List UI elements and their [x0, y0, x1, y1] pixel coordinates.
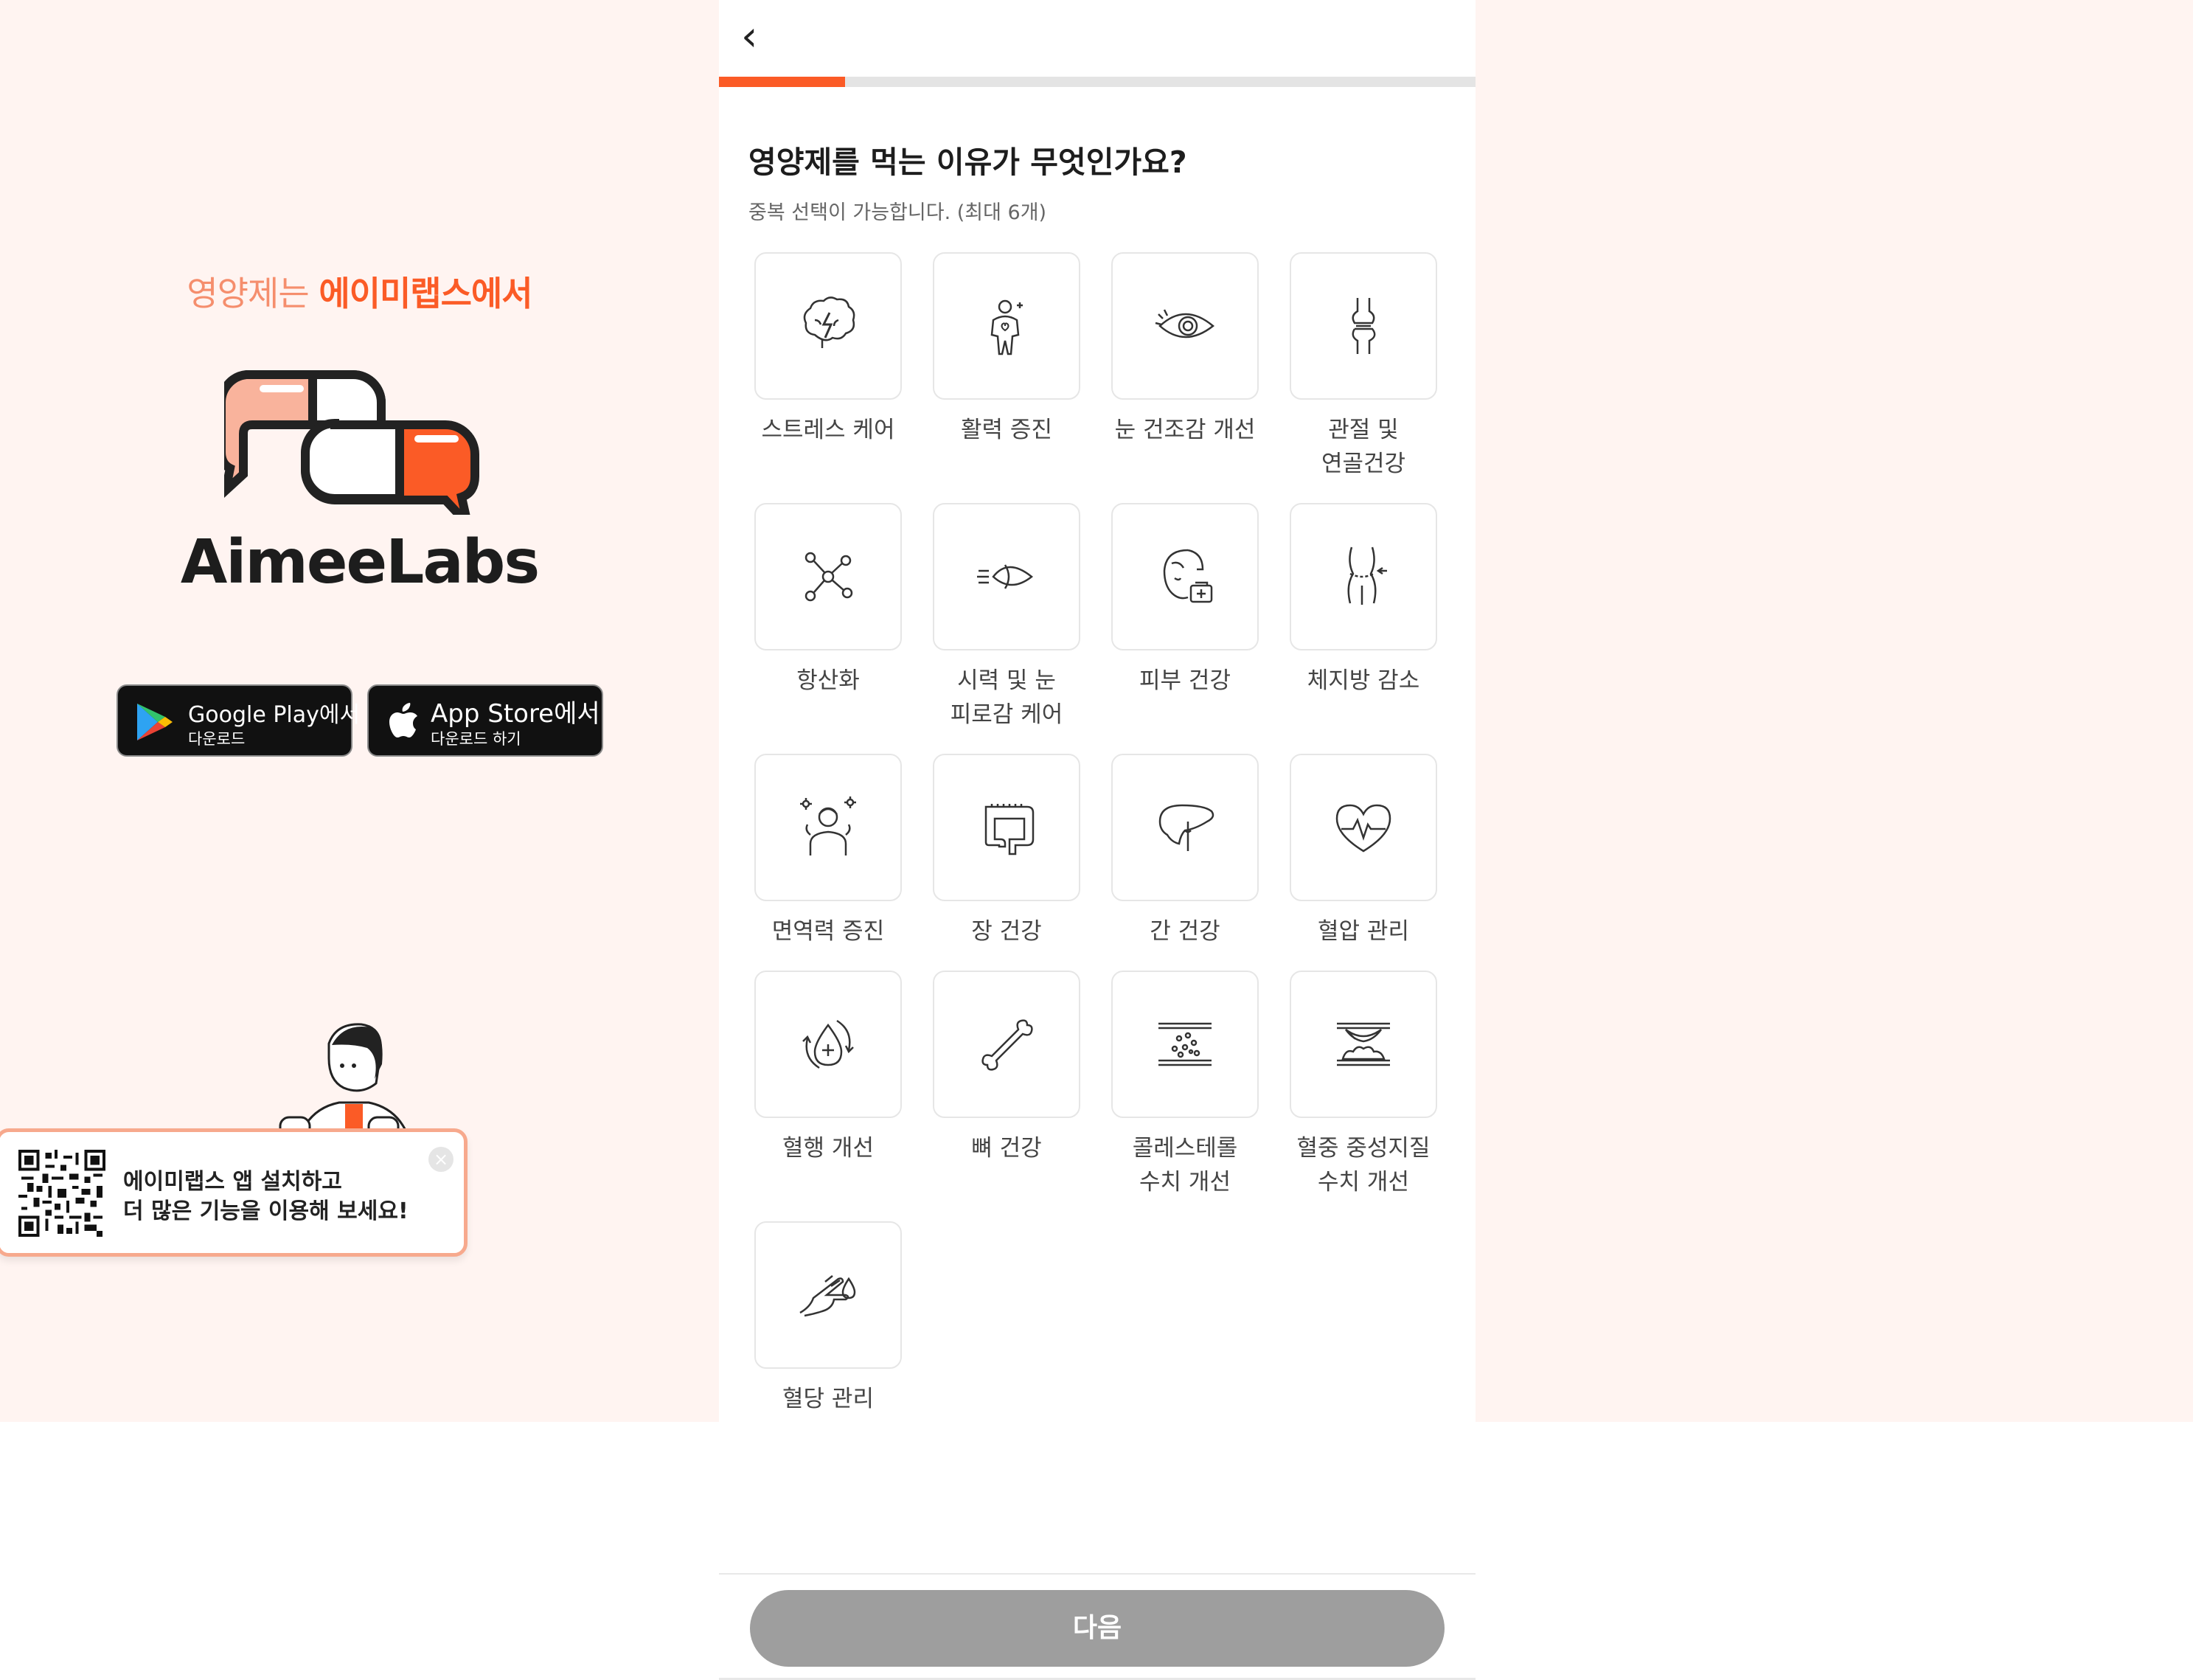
- option-stress-care[interactable]: 스트레스 케어: [754, 252, 902, 447]
- brand-name: AimeeLabs: [180, 527, 540, 597]
- option-box[interactable]: [1111, 754, 1259, 901]
- promo-background-right: [1476, 0, 2193, 1422]
- option-triglyceride[interactable]: 혈중 중성지질 수치 개선: [1290, 971, 1437, 1199]
- google-play-sublabel: 다운로드: [188, 730, 246, 748]
- option-box[interactable]: [1290, 754, 1437, 901]
- option-box[interactable]: [754, 252, 902, 400]
- option-box[interactable]: [933, 971, 1080, 1118]
- option-label: 시력 및 눈 피로감 케어: [950, 667, 1063, 728]
- cholesterol-icon: [1158, 1022, 1212, 1066]
- question-hint: 중복 선택이 가능합니다. (최대 6개): [748, 201, 1047, 224]
- eye-strain-icon: [977, 564, 1034, 589]
- option-bone-health[interactable]: 뼈 건강: [933, 971, 1080, 1165]
- app-store-sublabel: 다운로드 하기: [431, 730, 521, 748]
- option-antioxidant[interactable]: 항산화: [754, 503, 902, 698]
- option-label: 혈당 관리: [782, 1386, 874, 1412]
- option-box[interactable]: [1290, 252, 1437, 400]
- close-icon[interactable]: ×: [428, 1147, 453, 1172]
- progress-bar-fill: [719, 77, 846, 87]
- option-label: 간 건강: [1150, 918, 1220, 945]
- option-joint-health[interactable]: 관절 및 연골건강: [1290, 252, 1437, 481]
- option-label: 혈압 관리: [1318, 918, 1409, 945]
- option-vitality[interactable]: 활력 증진: [933, 252, 1080, 447]
- google-play-label: Google Play에서: [188, 702, 361, 728]
- banner-line-2: 더 많은 기능을 이용해 보세요!: [123, 1198, 409, 1224]
- immune-person-icon: [800, 796, 856, 855]
- question-title: 영양제를 먹는 이유가 무엇인가요?: [748, 145, 1187, 180]
- option-box[interactable]: [754, 1221, 902, 1369]
- triglyceride-icon: [1337, 1022, 1390, 1066]
- option-label: 혈중 중성지질 수치 개선: [1296, 1135, 1431, 1195]
- option-box[interactable]: [1290, 503, 1437, 650]
- option-box[interactable]: [933, 252, 1080, 400]
- bone-icon: [981, 1019, 1033, 1071]
- joint-icon: [1352, 298, 1376, 354]
- tagline-bold-text: 에이미랩스에서: [319, 274, 532, 313]
- option-label: 혈행 개선: [782, 1135, 874, 1162]
- blood-sugar-icon: [799, 1275, 856, 1317]
- app-store-label: App Store에서: [431, 699, 600, 729]
- app-store-button[interactable]: App Store에서 다운로드 하기: [367, 684, 603, 757]
- option-gut-health[interactable]: 장 건강: [933, 754, 1080, 948]
- option-label: 관절 및 연골건강: [1321, 417, 1406, 477]
- option-immunity[interactable]: 면역력 증진: [754, 754, 902, 948]
- option-label: 스트레스 케어: [761, 417, 895, 443]
- tagline-light-text: 영양제는: [187, 274, 319, 313]
- aimeelabs-logo-icon: [224, 370, 479, 515]
- waist-icon: [1347, 546, 1387, 605]
- option-label: 피부 건강: [1139, 667, 1231, 694]
- apple-icon: [389, 703, 417, 737]
- option-box[interactable]: [754, 754, 902, 901]
- google-play-button[interactable]: Google Play에서 다운로드: [117, 684, 360, 757]
- progress-bar: [719, 77, 1476, 87]
- banner-text: 에이미랩스 앱 설치하고 더 많은 기능을 이용해 보세요!: [123, 1167, 409, 1226]
- option-box[interactable]: [1111, 503, 1259, 650]
- option-box[interactable]: [933, 754, 1080, 901]
- option-box[interactable]: [1111, 252, 1259, 400]
- survey-panel: ‹ 영양제를 먹는 이유가 무엇인가요? 중복 선택이 가능합니다. (최대 6…: [719, 0, 1476, 1680]
- qr-code-icon: [18, 1150, 105, 1237]
- option-box[interactable]: [754, 503, 902, 650]
- heart-pulse-icon: [1335, 804, 1391, 853]
- option-box[interactable]: [1111, 971, 1259, 1118]
- next-button[interactable]: 다음: [750, 1590, 1445, 1667]
- liver-icon: [1158, 804, 1214, 851]
- option-label: 항산화: [796, 667, 860, 694]
- option-box[interactable]: [754, 971, 902, 1118]
- molecule-icon: [804, 552, 853, 602]
- option-box[interactable]: [933, 503, 1080, 650]
- option-label: 활력 증진: [961, 417, 1052, 443]
- option-circulation[interactable]: 혈행 개선: [754, 971, 902, 1165]
- promo-tagline: 영양제는 에이미랩스에서: [0, 267, 719, 316]
- app-install-banner: 에이미랩스 앱 설치하고 더 많은 기능을 이용해 보세요! ×: [0, 1128, 468, 1257]
- footer-divider: [719, 1573, 1476, 1575]
- eye-icon: [1155, 309, 1214, 339]
- option-label: 체지방 감소: [1307, 667, 1420, 694]
- option-label: 장 건강: [971, 918, 1042, 945]
- banner-line-1: 에이미랩스 앱 설치하고: [123, 1169, 342, 1195]
- google-play-icon: [137, 704, 173, 740]
- option-skin-health[interactable]: 피부 건강: [1111, 503, 1259, 698]
- option-eye-fatigue[interactable]: 시력 및 눈 피로감 케어: [933, 503, 1080, 732]
- option-label: 콜레스테롤 수치 개선: [1132, 1135, 1238, 1195]
- option-label: 눈 건조감 개선: [1114, 417, 1256, 443]
- option-blood-pressure[interactable]: 혈압 관리: [1290, 754, 1437, 948]
- intestine-icon: [984, 804, 1035, 855]
- back-button[interactable]: ‹: [741, 16, 778, 60]
- option-box[interactable]: [1290, 971, 1437, 1118]
- option-cholesterol[interactable]: 콜레스테롤 수치 개선: [1111, 971, 1259, 1199]
- option-blood-sugar[interactable]: 혈당 관리: [754, 1221, 902, 1416]
- brain-stress-icon: [803, 296, 855, 348]
- option-dry-eye[interactable]: 눈 건조감 개선: [1111, 252, 1259, 447]
- person-energy-icon: [990, 299, 1023, 355]
- option-label: 면역력 증진: [771, 918, 885, 945]
- option-label: 뼈 건강: [971, 1135, 1042, 1162]
- option-body-fat[interactable]: 체지방 감소: [1290, 503, 1437, 698]
- skin-icon: [1163, 549, 1213, 603]
- blood-flow-icon: [802, 1019, 854, 1069]
- option-liver-health[interactable]: 간 건강: [1111, 754, 1259, 948]
